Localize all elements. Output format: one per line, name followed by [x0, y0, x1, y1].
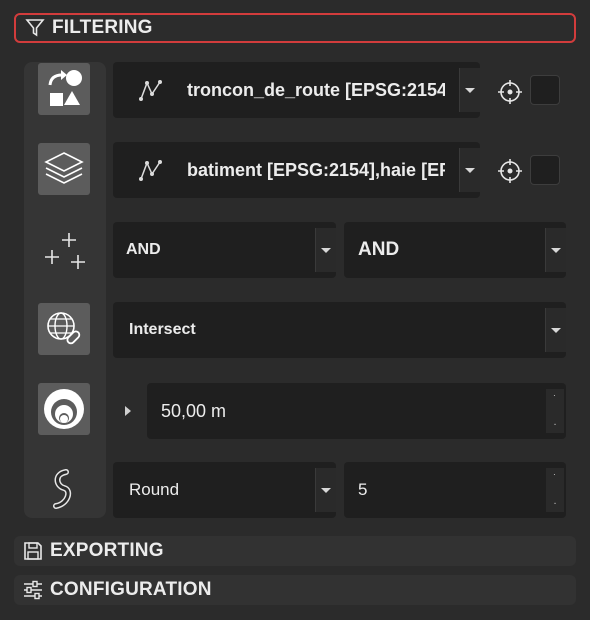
end-cap-style-value: Round — [129, 480, 180, 499]
filter-icon — [22, 15, 48, 41]
source-layer-label: troncon_de_route [EPSG:2154] — [187, 79, 445, 100]
centroid-target-icon[interactable] — [497, 79, 523, 110]
chevron-down-icon[interactable] — [545, 308, 566, 352]
predicate-combo[interactable]: Intersect — [113, 302, 566, 358]
operator-right-value: AND — [358, 239, 400, 260]
buffer-circles-icon — [44, 389, 84, 429]
chevron-down-icon[interactable] — [459, 148, 480, 192]
buffer-distance-value: 50,00 m — [161, 400, 227, 421]
line-vector-icon — [113, 77, 187, 103]
geometric-predicate-button[interactable] — [38, 303, 90, 355]
chevron-down-icon[interactable] — [315, 228, 336, 272]
chevron-down-icon[interactable] — [545, 228, 566, 272]
spin-up-icon[interactable]: ˙ — [546, 389, 564, 411]
tool-column — [24, 62, 106, 518]
filtering-title: FILTERING — [52, 17, 153, 38]
buffer-style-button[interactable] — [38, 463, 90, 515]
layers-stack-icon — [44, 152, 84, 184]
spin-up-icon[interactable]: ˙ — [546, 468, 564, 490]
spin-down-icon[interactable]: . — [546, 490, 564, 512]
globe-link-icon — [47, 312, 81, 345]
configuration-section-header[interactable]: CONFIGURATION — [14, 575, 576, 605]
centroid-target-icon[interactable] — [497, 158, 523, 189]
layers-button[interactable] — [38, 143, 90, 195]
segments-spinbox[interactable]: 5 ˙ . — [344, 462, 566, 518]
filtering-section-header[interactable]: FILTERING — [14, 13, 576, 43]
chevron-down-icon[interactable] — [459, 68, 480, 112]
auto-current-layer-button[interactable] — [38, 63, 90, 115]
source-centroid-checkbox[interactable] — [530, 75, 560, 105]
target-layers-combo[interactable]: batiment [EPSG:2154],haie [EPSG:2154] — [113, 142, 480, 198]
chevron-down-icon[interactable] — [315, 468, 336, 512]
buffer-distance-spinbox[interactable]: 50,00 m ˙ . — [147, 383, 566, 439]
curve-line-icon — [53, 469, 72, 509]
spin-down-icon[interactable]: . — [546, 411, 564, 433]
shapes-swap-icon — [48, 70, 82, 106]
line-vector-icon — [113, 157, 187, 183]
plus-cluster-icon — [45, 233, 85, 269]
end-cap-style-combo[interactable]: Round — [113, 462, 336, 518]
target-centroid-checkbox[interactable] — [530, 155, 560, 185]
target-layers-label: batiment [EPSG:2154],haie [EPSG:2154] — [187, 159, 445, 180]
buffer-button[interactable] — [38, 383, 90, 435]
predicate-value: Intersect — [129, 321, 196, 338]
segments-value: 5 — [358, 480, 368, 499]
save-icon — [20, 538, 46, 564]
operator-left-combo[interactable]: AND — [113, 222, 336, 278]
configuration-title: CONFIGURATION — [50, 579, 212, 600]
operator-right-combo[interactable]: AND — [344, 222, 566, 278]
sliders-icon — [20, 577, 46, 603]
operator-left-value: AND — [126, 241, 161, 258]
exporting-title: EXPORTING — [50, 540, 164, 561]
expand-arrow-icon[interactable] — [123, 404, 133, 422]
combine-operator-button[interactable] — [38, 223, 90, 275]
exporting-section-header[interactable]: EXPORTING — [14, 536, 576, 566]
source-layer-combo[interactable]: troncon_de_route [EPSG:2154] — [113, 62, 480, 118]
